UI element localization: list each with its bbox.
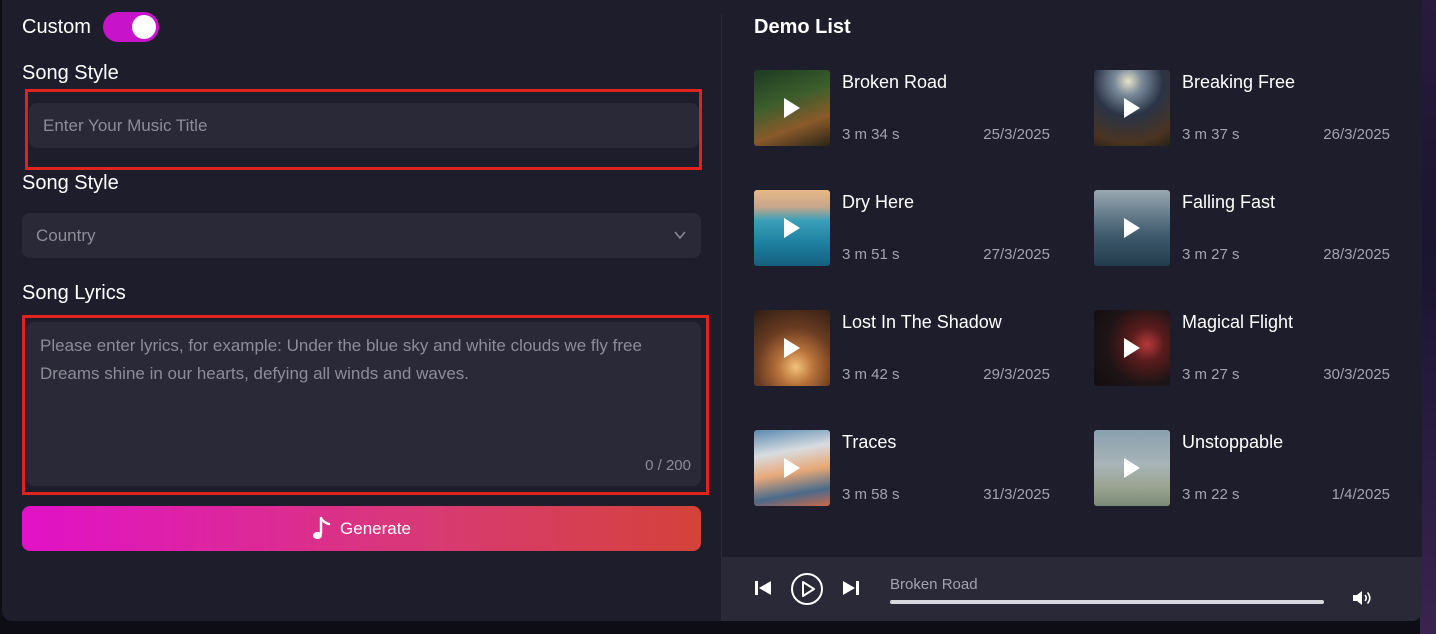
- previous-icon[interactable]: [754, 579, 772, 597]
- demo-item-duration: 3 m 27 s: [1182, 366, 1240, 383]
- demo-item-duration: 3 m 27 s: [1182, 246, 1240, 263]
- audio-player: Broken Road: [722, 557, 1422, 621]
- demo-item-duration: 3 m 22 s: [1182, 486, 1240, 503]
- music-title-input[interactable]: [43, 115, 685, 136]
- next-icon[interactable]: [842, 579, 860, 597]
- play-icon[interactable]: [1124, 338, 1140, 358]
- lyrics-counter: 0 / 200: [645, 457, 691, 474]
- demo-item-title: Breaking Free: [1182, 72, 1296, 92]
- cover-thumbnail: [1094, 430, 1170, 506]
- demo-item-date: 26/3/2025: [1323, 126, 1390, 143]
- demo-item[interactable]: Dry Here 3 m 51 s 27/3/2025: [754, 190, 1050, 266]
- demo-item-date: 1/4/2025: [1331, 486, 1390, 503]
- demo-item-duration: 3 m 42 s: [842, 366, 900, 383]
- demo-item-title: Unstoppable: [1182, 432, 1284, 452]
- play-icon[interactable]: [790, 572, 824, 606]
- play-icon[interactable]: [784, 338, 800, 358]
- demo-item[interactable]: Falling Fast 3 m 27 s 28/3/2025: [1094, 190, 1390, 266]
- demo-item[interactable]: Lost In The Shadow 3 m 42 s 29/3/2025: [754, 310, 1050, 386]
- player-track-name: Broken Road: [890, 576, 978, 593]
- background-edge: [1420, 0, 1436, 634]
- cover-thumbnail: [1094, 310, 1170, 386]
- title-field: [29, 103, 699, 148]
- style-select-value: Country: [36, 225, 96, 245]
- lyrics-textarea[interactable]: [40, 332, 687, 452]
- demo-item-title: Magical Flight: [1182, 312, 1294, 332]
- cover-thumbnail: [754, 430, 830, 506]
- demo-item-date: 31/3/2025: [983, 486, 1050, 503]
- main-card: Custom Song Style Song Style Country Son…: [2, 0, 1422, 621]
- custom-row: Custom: [22, 12, 159, 42]
- demo-item[interactable]: Broken Road 3 m 34 s 25/3/2025: [754, 70, 1050, 146]
- demo-item-duration: 3 m 37 s: [1182, 126, 1240, 143]
- custom-label: Custom: [22, 15, 91, 38]
- demo-item-duration: 3 m 34 s: [842, 126, 900, 143]
- play-icon[interactable]: [784, 218, 800, 238]
- demo-item-title: Broken Road: [842, 72, 948, 92]
- play-icon[interactable]: [1124, 458, 1140, 478]
- demo-item-date: 29/3/2025: [983, 366, 1050, 383]
- style-select[interactable]: Country: [22, 213, 701, 258]
- demo-item-duration: 3 m 51 s: [842, 246, 900, 263]
- demo-item-title: Falling Fast: [1182, 192, 1276, 212]
- cover-thumbnail: [1094, 70, 1170, 146]
- demo-list-title: Demo List: [754, 16, 851, 38]
- cover-thumbnail: [754, 70, 830, 146]
- chevron-down-icon: [674, 231, 686, 240]
- title-section-label: Song Style: [22, 62, 119, 84]
- cover-thumbnail: [1094, 190, 1170, 266]
- demo-item-title: Lost In The Shadow: [842, 312, 1002, 332]
- lyrics-field: 0 / 200: [26, 322, 701, 486]
- panel-divider: [721, 14, 722, 621]
- demo-item[interactable]: Traces 3 m 58 s 31/3/2025: [754, 430, 1050, 506]
- play-icon[interactable]: [1124, 98, 1140, 118]
- cover-thumbnail: [754, 190, 830, 266]
- play-icon[interactable]: [784, 458, 800, 478]
- demo-item-duration: 3 m 58 s: [842, 486, 900, 503]
- demo-item-date: 25/3/2025: [983, 126, 1050, 143]
- generate-button[interactable]: Generate: [22, 506, 701, 551]
- volume-icon[interactable]: [1352, 589, 1374, 607]
- custom-toggle[interactable]: [102, 12, 159, 42]
- demo-item-date: 30/3/2025: [1323, 366, 1390, 383]
- play-icon[interactable]: [784, 98, 800, 118]
- cover-thumbnail: [754, 310, 830, 386]
- play-icon[interactable]: [1124, 218, 1140, 238]
- demo-item[interactable]: Magical Flight 3 m 27 s 30/3/2025: [1094, 310, 1390, 386]
- toggle-knob: [131, 15, 156, 39]
- style-section-label: Song Style: [22, 172, 119, 194]
- demo-item[interactable]: Breaking Free 3 m 37 s 26/3/2025: [1094, 70, 1390, 146]
- progress-bar[interactable]: [890, 600, 1324, 604]
- demo-item-title: Traces: [842, 432, 897, 452]
- demo-item[interactable]: Unstoppable 3 m 22 s 1/4/2025: [1094, 430, 1390, 506]
- music-note-icon: [313, 516, 331, 539]
- demo-item-date: 28/3/2025: [1323, 246, 1390, 263]
- demo-item-title: Dry Here: [842, 192, 915, 212]
- generate-label: Generate: [340, 518, 411, 538]
- demo-item-date: 27/3/2025: [983, 246, 1050, 263]
- lyrics-section-label: Song Lyrics: [22, 282, 126, 304]
